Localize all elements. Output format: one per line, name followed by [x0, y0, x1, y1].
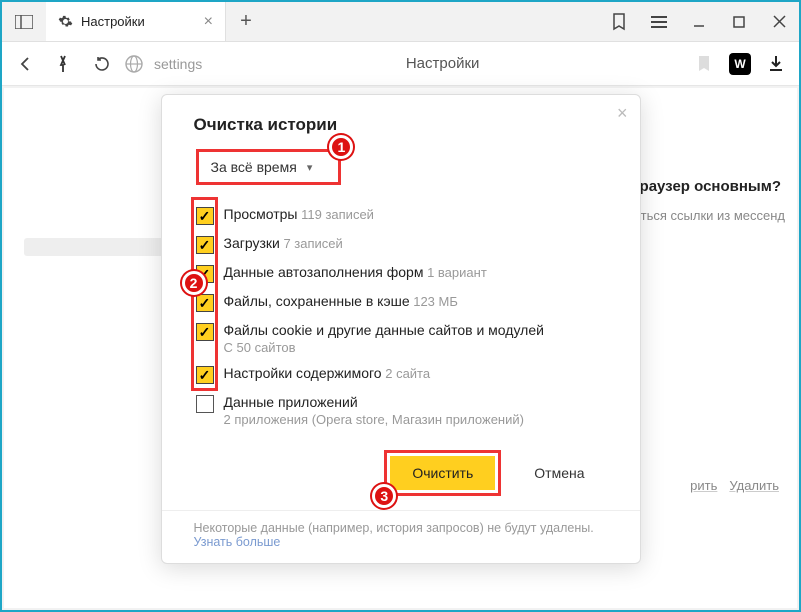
option-label: Настройки содержимого	[224, 365, 382, 381]
url-path: settings	[150, 56, 202, 72]
nav-back-button[interactable]	[8, 47, 42, 81]
yandex-logo-icon[interactable]	[46, 47, 80, 81]
clear-history-dialog: × Очистка истории За всё время ▾ 1 ✓ Прос…	[161, 94, 641, 564]
downloads-icon[interactable]	[759, 47, 793, 81]
option-sublabel: 123 МБ	[410, 294, 458, 309]
minimize-button[interactable]	[679, 15, 719, 29]
address-bar: settings Настройки W	[2, 42, 799, 86]
option-row[interactable]: Данные приложений 2 приложения (Opera sto…	[196, 389, 608, 432]
gear-icon	[58, 14, 73, 29]
browser-tab[interactable]: Настройки ×	[46, 2, 226, 41]
option-row[interactable]: ✓ Настройки содержимого 2 сайта	[196, 360, 608, 389]
option-label: Файлы, сохраненные в кэше	[224, 293, 410, 309]
dialog-close-icon[interactable]: ×	[617, 103, 628, 124]
footer-text: Некоторые данные (например, история запр…	[194, 521, 594, 535]
dialog-title: Очистка истории	[194, 115, 608, 135]
option-checkbox[interactable]: ✓	[196, 236, 214, 254]
option-label: Загрузки	[224, 235, 280, 251]
bookmark-flag-icon[interactable]	[687, 47, 721, 81]
annotation-marker-3: 3	[372, 484, 396, 508]
option-row[interactable]: ✓Данные автозаполнения форм 1 вариант	[196, 259, 608, 288]
option-label: Данные автозаполнения форм	[224, 264, 424, 280]
option-checkbox[interactable]: ✓	[196, 366, 214, 384]
clear-button[interactable]: Очистить	[390, 456, 495, 490]
title-bar: Настройки × +	[2, 2, 799, 42]
option-label: Файлы cookie и другие данные сайтов и мо…	[224, 322, 544, 338]
dialog-footer: Некоторые данные (например, история запр…	[162, 510, 640, 563]
option-text: Данные приложений 2 приложения (Opera sto…	[224, 394, 524, 427]
option-text: Настройки содержимого 2 сайта	[224, 365, 431, 381]
option-checkbox[interactable]: ✓	[196, 294, 214, 312]
option-row[interactable]: ✓ Файлы cookie и другие данные сайтов и м…	[196, 317, 608, 360]
url-field[interactable]: settings Настройки	[150, 47, 683, 81]
option-sublabel: 2 приложения (Opera store, Магазин прило…	[224, 412, 524, 427]
tab-title: Настройки	[81, 14, 145, 29]
sidebar-toggle-icon[interactable]	[2, 2, 46, 41]
option-sublabel: 7 записей	[280, 236, 343, 251]
reload-button[interactable]	[84, 47, 118, 81]
time-range-select[interactable]: За всё время ▾	[196, 149, 342, 185]
option-text: Файлы, сохраненные в кэше 123 МБ	[224, 293, 458, 309]
option-checkbox[interactable]: ✓	[196, 207, 214, 225]
option-sublabel: 1 вариант	[423, 265, 486, 280]
menu-icon[interactable]	[639, 15, 679, 29]
learn-more-link[interactable]: Узнать больше	[194, 535, 281, 549]
option-checkbox[interactable]	[196, 395, 214, 413]
clear-options-group: ✓ Просмотры 119 записей ✓ Загрузки 7 записе…	[196, 201, 608, 432]
option-sublabel: 119 записей	[298, 207, 374, 222]
option-sublabel: 2 сайта	[382, 366, 430, 381]
primary-button-highlight: Очистить	[384, 450, 501, 496]
bookmark-ribbon-icon[interactable]	[599, 13, 639, 31]
time-range-value: За всё время	[211, 159, 297, 175]
option-text: Просмотры 119 записей	[224, 206, 374, 222]
window-close-button[interactable]	[759, 15, 799, 28]
cancel-button[interactable]: Отмена	[511, 450, 607, 496]
browser-window: Настройки × +	[0, 0, 801, 612]
url-page-title: Настройки	[202, 55, 683, 72]
option-row[interactable]: ✓ Загрузки 7 записей	[196, 230, 608, 259]
option-text: Файлы cookie и другие данные сайтов и мо…	[224, 322, 544, 355]
option-checkbox[interactable]: ✓	[196, 323, 214, 341]
option-label: Данные приложений	[224, 394, 524, 410]
modal-overlay: × Очистка истории За всё время ▾ 1 ✓ Прос…	[4, 88, 797, 608]
option-row[interactable]: ✓ Файлы, сохраненные в кэше 123 МБ	[196, 288, 608, 317]
dialog-button-row: Очистить 3 Отмена	[194, 450, 608, 496]
vk-extension-icon[interactable]: W	[723, 47, 757, 81]
annotation-marker-1: 1	[329, 135, 353, 159]
maximize-button[interactable]	[719, 16, 759, 28]
option-text: Данные автозаполнения форм 1 вариант	[224, 264, 487, 280]
new-tab-button[interactable]: +	[226, 2, 266, 41]
tab-close-icon[interactable]: ×	[204, 14, 213, 30]
annotation-marker-2: 2	[182, 271, 206, 295]
option-row[interactable]: ✓ Просмотры 119 записей	[196, 201, 608, 230]
option-sublabel: С 50 сайтов	[224, 340, 544, 355]
option-text: Загрузки 7 записей	[224, 235, 343, 251]
option-label: Просмотры	[224, 206, 298, 222]
site-info-icon[interactable]	[122, 52, 146, 76]
chevron-down-icon: ▾	[307, 161, 313, 174]
